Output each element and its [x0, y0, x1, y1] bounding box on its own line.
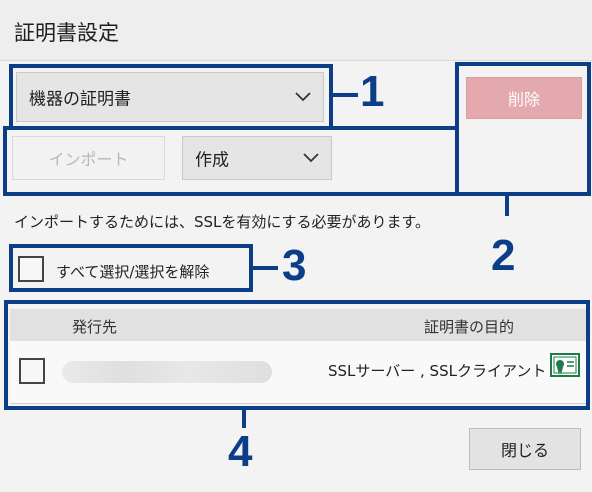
title-bar: 証明書設定 — [0, 0, 592, 61]
callout-number-2: 2 — [491, 231, 516, 280]
highlight-box-3 — [9, 244, 253, 292]
certificate-settings-dialog: 証明書設定 機器の証明書 削除 インポート 作成 インポートするためには、SSL… — [0, 0, 592, 492]
callout-line-2 — [505, 196, 509, 216]
callout-number-3: 3 — [282, 241, 307, 290]
highlight-box-4 — [4, 300, 590, 410]
callout-line-4 — [242, 410, 246, 428]
callout-line-3 — [253, 266, 278, 270]
highlight-box-2-left — [3, 126, 459, 196]
ssl-notice-text: インポートするためには、SSLを有効にする必要があります。 — [14, 213, 431, 231]
callout-number-4: 4 — [228, 427, 253, 476]
dialog-title: 証明書設定 — [14, 21, 119, 45]
highlight-box-2-top — [455, 62, 591, 196]
close-button[interactable]: 閉じる — [469, 428, 581, 470]
